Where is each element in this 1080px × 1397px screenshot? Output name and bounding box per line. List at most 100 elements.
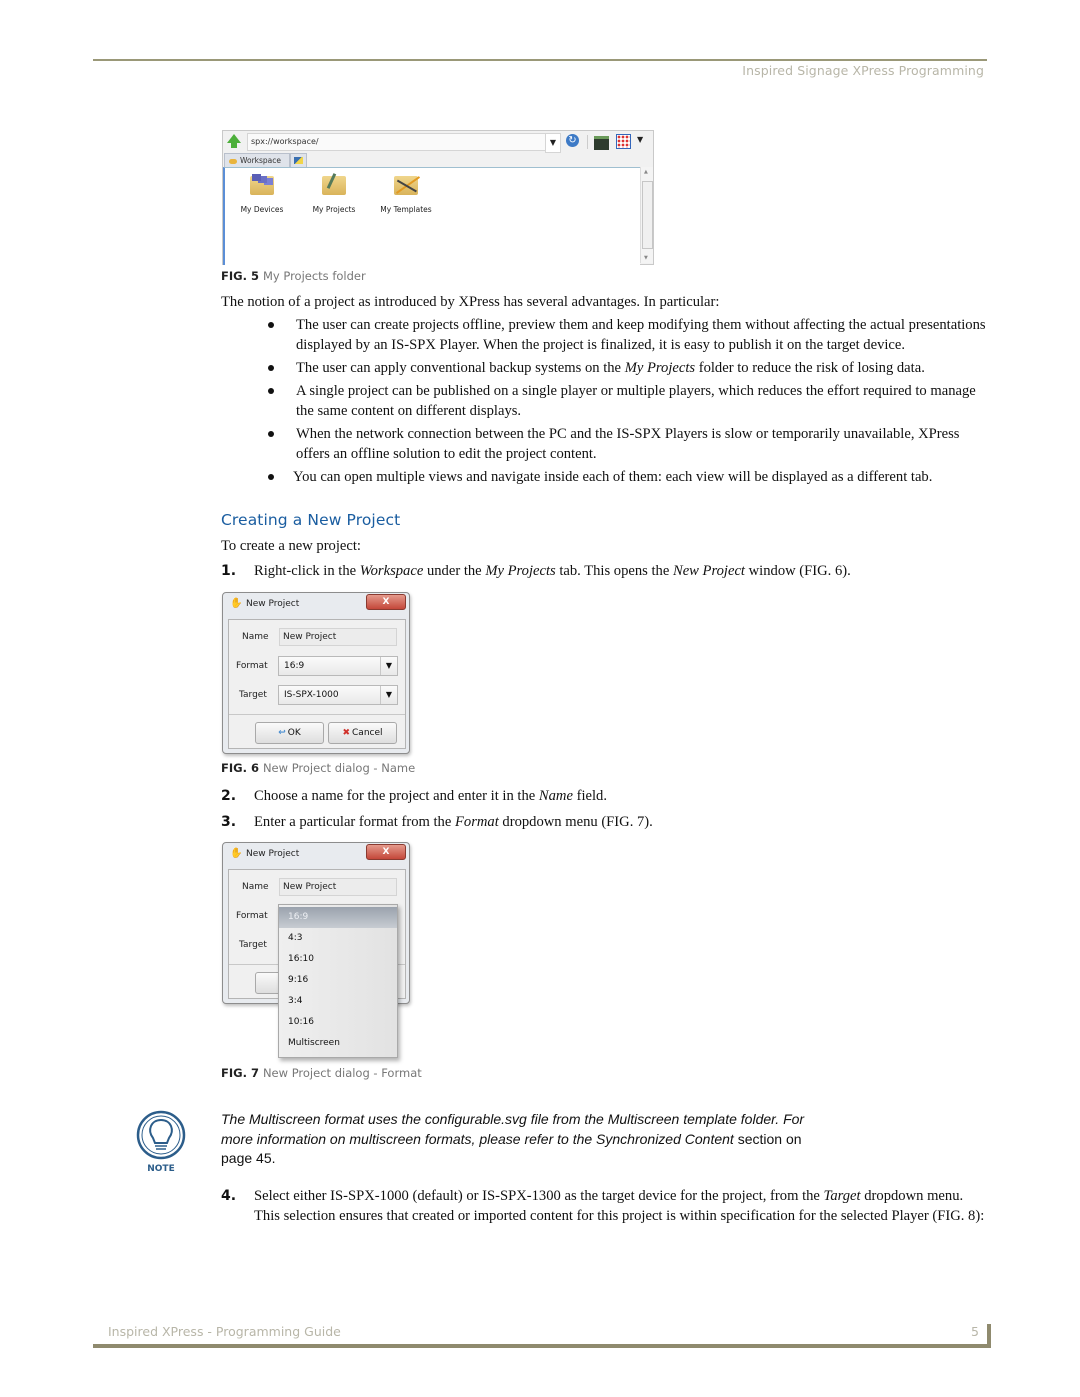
format-select[interactable]: 16:9 ▼ — [278, 656, 398, 676]
tab-workspace-label: Workspace — [240, 156, 281, 165]
name-field[interactable]: New Project — [279, 628, 397, 646]
devices-folder-icon — [250, 174, 274, 195]
format-option[interactable]: 16:10 — [279, 949, 397, 970]
name-label: Name — [242, 882, 269, 892]
note-italic-text: The Multiscreen format uses the configur… — [221, 1111, 805, 1147]
step-2: 2. Choose a name for the project and ent… — [221, 786, 991, 806]
chevron-down-icon[interactable]: ▼ — [637, 135, 643, 144]
list-item: When the network connection between the … — [268, 424, 988, 464]
list-item-text: folder to reduce the risk of losing data… — [695, 360, 925, 376]
up-arrow-icon-stem — [231, 142, 237, 148]
text: under the — [423, 563, 486, 579]
address-bar[interactable]: spx://workspace/ — [247, 133, 552, 151]
item-label: My Projects — [312, 205, 356, 214]
templates-folder-icon — [394, 176, 418, 195]
cancel-x-icon: ✖ — [342, 728, 351, 738]
scroll-up-icon[interactable]: ▲ — [644, 169, 648, 175]
list-item: A single project can be published on a s… — [268, 381, 988, 421]
cancel-button[interactable]: ✖ Cancel — [328, 722, 397, 744]
dialog-titlebar: ✋ New Project X — [223, 843, 409, 865]
running-header: Inspired Signage XPress Programming — [742, 63, 984, 78]
workspace-item-my-projects[interactable]: My Projects — [299, 176, 369, 214]
format-option[interactable]: 4:3 — [279, 928, 397, 949]
emphasis: My Projects — [624, 360, 696, 376]
chevron-down-icon[interactable]: ▼ — [545, 133, 561, 153]
ok-button[interactable]: ↩ OK — [255, 722, 324, 744]
projects-folder-icon — [322, 176, 346, 195]
format-dropdown-list[interactable]: 16:9 4:3 16:10 9:16 3:4 10:16 Multiscree… — [278, 904, 398, 1058]
folder-icon[interactable] — [594, 136, 609, 150]
text: window (FIG. 6). — [744, 563, 851, 579]
workspace-item-my-devices[interactable]: My Devices — [227, 174, 297, 214]
text: tab. This opens the — [555, 563, 673, 579]
dialog-title: New Project — [246, 599, 300, 609]
advantages-list: The user can create projects offline, pr… — [268, 315, 988, 490]
format-option[interactable]: 10:16 — [279, 1012, 397, 1033]
list-item: The user can create projects offline, pr… — [268, 315, 988, 355]
view-grid-icon[interactable] — [616, 134, 631, 149]
cancel-label: Cancel — [352, 728, 383, 738]
format-option[interactable]: 9:16 — [279, 970, 397, 991]
page-number: 5 — [971, 1324, 979, 1339]
workspace-explorer-screenshot: spx://workspace/ ▼ ↻ ▼ Workspace My Devi… — [222, 130, 654, 265]
emphasis: New Project — [672, 563, 745, 579]
step-number: 4. — [221, 1188, 237, 1204]
chevron-down-icon[interactable]: ▼ — [380, 686, 397, 704]
figure-number: FIG. 5 — [221, 269, 259, 283]
close-button[interactable]: X — [366, 844, 406, 860]
emphasis: Target — [823, 1188, 861, 1204]
workspace-item-my-templates[interactable]: My Templates — [371, 176, 441, 214]
list-item-text: The user can create projects offline, pr… — [296, 317, 986, 353]
format-option[interactable]: 16:9 — [279, 907, 397, 928]
new-project-dialog-name: ✋ New Project X Name New Project Format … — [222, 592, 410, 754]
text: Right-click in the — [254, 563, 360, 579]
tab-workspace[interactable]: Workspace — [224, 153, 290, 167]
bullet-icon — [268, 474, 274, 480]
header-rule — [93, 59, 987, 61]
ok-arrow-icon: ↩ — [278, 728, 286, 738]
vertical-scrollbar[interactable]: ▲ ▼ — [640, 167, 653, 263]
emphasis: Name — [538, 788, 573, 804]
ok-label: OK — [287, 728, 301, 738]
target-select[interactable]: IS-SPX-1000 ▼ — [278, 685, 398, 705]
dialog-body: Name New Project Format 16:9 ▼ Target IS-… — [228, 619, 406, 749]
format-option[interactable]: 3:4 — [279, 991, 397, 1012]
list-item: You can open multiple views and navigate… — [268, 467, 988, 487]
text: dropdown menu (FIG. 7). — [498, 814, 653, 830]
bullet-icon — [268, 431, 274, 437]
format-label: Format — [236, 661, 268, 671]
step-1: 1. Right-click in the Workspace under th… — [221, 561, 991, 581]
step-3: 3. Enter a particular format from the Fo… — [221, 812, 991, 832]
bullet-icon — [268, 322, 274, 328]
target-value: IS-SPX-1000 — [284, 690, 339, 700]
tab-image[interactable] — [290, 153, 307, 167]
close-button[interactable]: X — [366, 594, 406, 610]
format-option[interactable]: Multiscreen — [279, 1033, 397, 1054]
footer-rule — [93, 1344, 991, 1348]
format-label: Format — [236, 911, 268, 921]
dialog-title: New Project — [246, 849, 300, 859]
step-number: 2. — [221, 788, 237, 804]
list-item-text: When the network connection between the … — [296, 426, 960, 462]
list-item-text: A single project can be published on a s… — [296, 383, 976, 419]
chevron-down-icon[interactable]: ▼ — [380, 657, 397, 675]
scroll-thumb[interactable] — [642, 181, 653, 249]
step-text: Choose a name for the project and enter … — [221, 786, 991, 806]
note-label: NOTE — [147, 1164, 175, 1174]
figure-caption-text: New Project dialog - Format — [262, 1066, 422, 1080]
item-label: My Devices — [240, 205, 284, 214]
note-lightbulb-icon: NOTE — [136, 1110, 186, 1174]
emphasis: Format — [454, 814, 499, 830]
list-item-text: The user can apply conventional backup s… — [296, 360, 625, 376]
refresh-icon[interactable]: ↻ — [566, 134, 579, 147]
target-label: Target — [239, 690, 267, 700]
scroll-down-icon[interactable]: ▼ — [644, 255, 648, 261]
text: Select either IS-SPX-1000 (default) or I… — [254, 1188, 824, 1204]
hand-icon: ✋ — [230, 848, 243, 859]
step-number: 1. — [221, 563, 237, 579]
hand-icon: ✋ — [230, 598, 243, 609]
toolbar-separator — [587, 135, 588, 149]
step-text: Enter a particular format from the Forma… — [221, 812, 991, 832]
name-field[interactable]: New Project — [279, 878, 397, 896]
figure-number: FIG. 6 — [221, 761, 259, 775]
